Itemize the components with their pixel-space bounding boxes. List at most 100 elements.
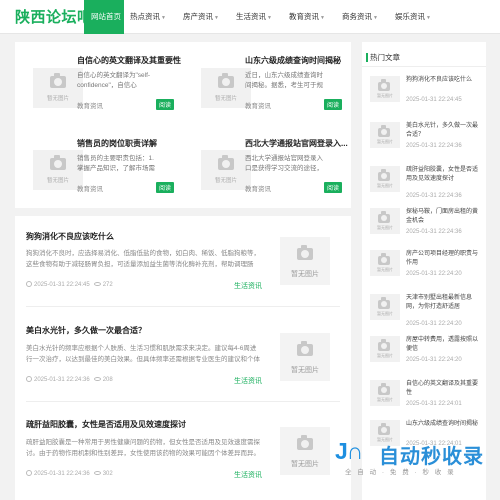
nav-item-business[interactable]: 商务资讯▼	[336, 0, 389, 34]
nav-item-house[interactable]: 房产资讯▼	[177, 0, 230, 34]
watermark-text: 自动秒收录	[379, 446, 484, 468]
no-image-label: 暂无图片	[46, 178, 69, 184]
no-image-label: 暂无图片	[377, 311, 393, 316]
article-desc: 美白水光针的频率应根据个人肤质、生活习惯和肌肤需求来决定。建议每4-6周进行一次…	[26, 345, 260, 363]
sidebar-item-title[interactable]: 疏肝益阳胶囊，女性是否适用及见效速度探讨	[406, 166, 478, 184]
sidebar-item-title[interactable]: 天津市别墅出租最新信息网，为你打造舒适居	[406, 294, 478, 312]
eye-icon	[93, 377, 101, 381]
featured-thumb[interactable]: 暂无图片	[201, 68, 251, 108]
camera-icon	[50, 73, 66, 88]
featured-title[interactable]: 西北大学通报站官网登录入...	[245, 138, 348, 149]
article-title[interactable]: 疏肝益阳胶囊，女性是否适用及见效速度探讨	[26, 419, 186, 430]
featured-category[interactable]: 教育资讯	[77, 100, 103, 110]
read-button[interactable]: 阅读	[156, 99, 175, 110]
camera-icon	[378, 253, 390, 265]
nav-item-label: 热点资讯	[130, 12, 160, 21]
featured-thumb[interactable]: 暂无图片	[33, 68, 83, 108]
nav-item-label: 房产资讯	[183, 12, 213, 21]
sidebar-item-title[interactable]: 探秘马鞍，门面房出租的黄金机会	[406, 208, 478, 226]
watermark-subtext: 全 自 动 · 免 费 · 秒 收 录	[345, 469, 456, 476]
featured-category[interactable]: 教育资讯	[245, 183, 271, 193]
camera-icon	[378, 339, 390, 351]
sidebar-item-date: 2025-01-31 22:24:36	[406, 143, 462, 149]
article-date: 2025-01-31 22:24:36	[34, 377, 90, 383]
nav-item-life[interactable]: 生活资讯▼	[230, 0, 283, 34]
camera-icon	[378, 211, 390, 223]
chevron-down-icon: ▼	[214, 15, 219, 21]
watermark: J∩ 自动秒收录 全 自 动 · 免 费 · 秒 收 录	[335, 436, 495, 496]
featured-title[interactable]: 销售员的岗位职责详解	[77, 138, 157, 149]
featured-category[interactable]: 教育资讯	[245, 100, 271, 110]
nav-item-edu[interactable]: 教育资讯▼	[283, 0, 336, 34]
article-thumb[interactable]: 暂无图片	[280, 333, 330, 381]
eye-icon	[93, 471, 101, 475]
sidebar-item-title[interactable]: 房屋中转费用，透露按照以便信	[406, 336, 478, 354]
sidebar-thumb[interactable]: 暂无图片	[370, 166, 400, 192]
read-button[interactable]: 阅读	[156, 182, 175, 193]
camera-icon	[297, 245, 313, 260]
no-image-label: 暂无图片	[377, 267, 393, 272]
article-meta: 2025-01-31 22:24:45 272	[26, 281, 113, 288]
site-logo[interactable]: 陕西论坛吧	[15, 6, 93, 27]
no-image-label: 暂无图片	[377, 183, 393, 188]
nav-item-home[interactable]: 网站首页	[84, 0, 124, 34]
article-thumb[interactable]: 暂无图片	[280, 237, 330, 285]
article-category[interactable]: 生活资讯	[234, 281, 262, 291]
clock-icon	[26, 470, 32, 476]
featured-category[interactable]: 教育资讯	[77, 183, 103, 193]
camera-icon	[378, 125, 390, 137]
nav-item-label: 教育资讯	[289, 12, 319, 21]
sidebar-item-title[interactable]: 山东六级成绩查询时间揭秘	[406, 420, 478, 429]
sidebar-thumb[interactable]: 暂无图片	[370, 336, 400, 362]
sidebar-item-date: 2025-01-31 22:24:36	[406, 193, 462, 199]
article-date: 2025-01-31 22:24:36	[34, 471, 90, 477]
sidebar-item-date: 2025-01-31 22:24:20	[406, 271, 462, 277]
featured-thumb[interactable]: 暂无图片	[201, 150, 251, 190]
read-button[interactable]: 阅读	[324, 99, 343, 110]
featured-desc: 销售员的主要职责包括：1. 掌握产品知识，了解市场需求，为	[77, 155, 155, 172]
clock-icon	[26, 376, 32, 382]
eye-icon	[93, 282, 101, 286]
featured-desc: 自信心的英文翻译为"self-confidence"，自信心	[77, 72, 151, 89]
chevron-down-icon: ▼	[267, 15, 272, 21]
chevron-down-icon: ▼	[320, 15, 325, 21]
site-header: 陕西论坛吧 网站首页 热点资讯▼ 房产资讯▼ 生活资讯▼ 教育资讯▼ 商务资讯▼…	[0, 0, 500, 34]
sidebar-thumb[interactable]: 暂无图片	[370, 76, 400, 102]
sidebar-item-date: 2025-01-31 22:24:01	[406, 401, 462, 407]
article-category[interactable]: 生活资讯	[234, 376, 262, 386]
nav-item-label: 生活资讯	[236, 12, 266, 21]
article-title[interactable]: 狗狗消化不良应该吃什么	[26, 231, 114, 242]
sidebar-title: 热门文章	[366, 53, 400, 62]
sidebar-item-title[interactable]: 美白水光针，多久做一次最合适？	[406, 122, 478, 140]
article-desc: 狗狗消化不良时，应选择易消化、低脂低盐的食物，如白肉、稀饭、低脂狗粮等，这些食物…	[26, 250, 260, 268]
sidebar-thumb[interactable]: 暂无图片	[370, 294, 400, 320]
article-category[interactable]: 生活资讯	[234, 470, 262, 480]
sidebar-item-date: 2025-01-31 22:24:20	[406, 321, 462, 327]
sidebar-thumb[interactable]: 暂无图片	[370, 250, 400, 276]
article-thumb[interactable]: 暂无图片	[280, 427, 330, 475]
sidebar-item-title[interactable]: 狗狗消化不良应该吃什么	[406, 76, 478, 85]
no-image-label: 暂无图片	[377, 93, 393, 98]
nav-item-hot[interactable]: 热点资讯▼	[124, 0, 177, 34]
featured-title[interactable]: 山东六级成绩查询时间揭秘	[245, 55, 341, 66]
chevron-down-icon: ▼	[161, 15, 166, 21]
sidebar-item-title[interactable]: 房产公司项目经理的职责与作用	[406, 250, 478, 268]
article-views: 272	[102, 282, 113, 288]
sidebar-thumb[interactable]: 暂无图片	[370, 208, 400, 234]
featured-desc: 近日，山东六级成绩查询时间揭秘。据悉，考生可于规定时间内	[245, 72, 323, 89]
sidebar-item-date: 2025-01-31 22:24:20	[406, 357, 462, 363]
nav-item-ent[interactable]: 娱乐资讯▼	[389, 0, 442, 34]
clock-icon	[26, 281, 32, 287]
sidebar-thumb[interactable]: 暂无图片	[370, 380, 400, 406]
article-title[interactable]: 美白水光针，多久做一次最合适？	[26, 325, 146, 336]
read-button[interactable]: 阅读	[324, 182, 343, 193]
featured-title[interactable]: 自信心的英文翻译及其重要性	[77, 55, 181, 66]
no-image-label: 暂无图片	[291, 271, 319, 278]
nav-item-label: 娱乐资讯	[395, 12, 425, 21]
sidebar-thumb[interactable]: 暂无图片	[370, 122, 400, 148]
featured-thumb[interactable]: 暂无图片	[33, 150, 83, 190]
camera-icon	[50, 155, 66, 170]
no-image-label: 暂无图片	[214, 178, 237, 184]
divider	[362, 66, 486, 67]
sidebar-item-title[interactable]: 自信心的英文翻译及其重要性	[406, 380, 478, 398]
